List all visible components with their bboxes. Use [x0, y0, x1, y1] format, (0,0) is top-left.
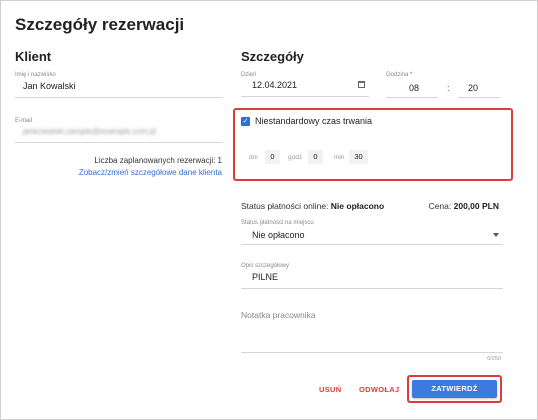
price: Cena: 200,00 PLN — [401, 201, 499, 211]
detailed-desc-label: Opis szczegółowy — [241, 263, 290, 269]
required-mark: * — [410, 72, 413, 78]
days-input[interactable]: 0 — [265, 150, 280, 164]
time-label-text: Godzina — [386, 72, 409, 78]
dialog-title: Szczegóły rezerwacji — [15, 15, 185, 34]
custom-duration-checkbox[interactable]: ✓ — [241, 117, 250, 126]
calendar-icon[interactable] — [358, 81, 365, 88]
details-heading: Szczegóły — [241, 49, 304, 64]
detailed-desc-field[interactable]: PILNE — [252, 272, 278, 282]
hours-label: godz — [288, 154, 303, 161]
custom-duration-label[interactable]: Niestandardowy czas trwania — [255, 116, 372, 126]
reservation-dialog: Szczegóły rezerwacji Klient Imię i nazwi… — [0, 0, 538, 420]
note-char-counter: 0/250 — [487, 356, 501, 362]
email-field-label: E-mail — [15, 118, 33, 124]
minutes-label: min — [334, 154, 345, 161]
day-field[interactable]: 12.04.2021 — [252, 80, 297, 90]
hour-field-underline — [386, 97, 438, 98]
hour-field[interactable]: 08 — [409, 83, 419, 93]
employee-note-underline — [241, 352, 503, 353]
online-payment-value: Nie opłacono — [330, 201, 385, 211]
online-payment-label: Status płatności online: — [241, 201, 329, 211]
online-payment-status: Status płatności online: Nie opłacono — [241, 201, 384, 211]
employee-note-field[interactable]: Notatka pracownika — [241, 310, 316, 320]
time-field-label: Godzina * — [386, 72, 412, 78]
delete-button[interactable]: USUŃ — [319, 385, 341, 394]
days-label: dni — [249, 154, 258, 161]
email-field[interactable]: jankowalski.sample@example.com.pl — [23, 127, 156, 136]
price-label: Cena: — [428, 201, 452, 211]
name-field-underline — [15, 97, 223, 98]
price-value: 200,00 PLN — [453, 201, 499, 211]
client-heading: Klient — [15, 49, 52, 64]
time-separator: : — [447, 83, 450, 93]
name-field-label: Imię i nazwisko — [15, 72, 56, 78]
client-details-link[interactable]: Zobacz/zmień szczegółowe dane klienta — [15, 168, 222, 177]
planned-reservations-count: Liczba zaplanowanych rezerwacji: 1 — [94, 156, 222, 165]
name-field[interactable]: Jan Kowalski — [23, 81, 76, 91]
day-field-label: Dzień — [241, 72, 257, 78]
detailed-desc-underline — [241, 288, 503, 289]
cancel-reservation-button[interactable]: ODWOŁAJ — [359, 385, 399, 394]
minute-field[interactable]: 20 — [468, 83, 478, 93]
minutes-input[interactable]: 30 — [349, 150, 368, 164]
chevron-down-icon[interactable] — [493, 233, 499, 237]
day-field-underline — [241, 96, 369, 97]
onsite-payment-label: Status płatności na miejscu — [241, 220, 314, 226]
onsite-payment-select[interactable]: Nie opłacono — [252, 230, 305, 240]
minute-field-underline — [458, 97, 500, 98]
email-field-underline — [15, 142, 223, 143]
confirm-button[interactable]: ZATWIERDŹ — [412, 380, 497, 398]
hours-input[interactable]: 0 — [308, 150, 323, 164]
onsite-payment-underline — [241, 244, 503, 245]
